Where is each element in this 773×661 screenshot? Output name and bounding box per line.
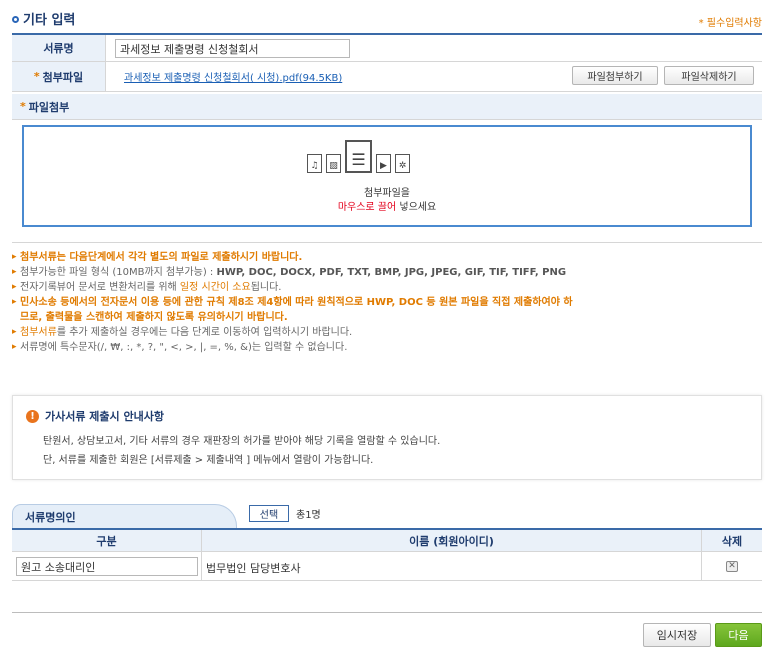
note-special-characters: 서류명에 특수문자(/, ₩, :, *, ?, ", <, >, |, =, … (12, 340, 762, 355)
select-party-button[interactable]: 선택 (249, 505, 289, 522)
doc-name-label: 서류명 (12, 35, 106, 61)
party-name: 법무법인 담당변호사 (206, 562, 301, 575)
family-case-notice: ! 가사서류 제출시 안내사항 탄원서, 상담보고서, 기타 서류의 경우 재판장… (12, 395, 762, 480)
temp-save-button[interactable]: 임시저장 (643, 623, 711, 647)
document-file-icon: ☰ (345, 140, 372, 173)
section-title: 기타 입력 (12, 9, 75, 28)
tab-document-party[interactable]: 서류명의인 (12, 504, 237, 529)
party-table-header: 구분 이름 (회원아이디) 삭제 (12, 530, 762, 552)
doc-name-row: 서류명 (12, 35, 762, 62)
note-file-formats: 첨부가능한 파일 형식 (10MB까지 첨부가능) : HWP, DOC, DO… (12, 265, 762, 280)
guidance-notes: 첨부서류는 다음단계에서 각각 별도의 파일로 제출하시기 바랍니다. 첨부가능… (12, 250, 762, 355)
note-conversion-time: 전자기록뷰어 문서로 변환처리를 위해 일정 시간이 소요됩니다. (12, 280, 762, 295)
note-original-files: 민사소송 등에서의 전자문서 이용 등에 관한 규칙 제8조 제4항에 따라 원… (12, 295, 762, 325)
required-note: * 필수입력사항 (698, 18, 762, 29)
file-type-icons: ♫ ▨ ☰ ▶ ✲ (307, 140, 410, 173)
divider (12, 242, 762, 243)
notice-line-2: 단, 서류를 제출한 회원은 [서류제출 > 제출내역 ] 메뉴에서 열람이 가… (43, 455, 374, 466)
note-additional-docs: 첨부서류를 추가 제출하실 경우에는 다음 단계로 이동하여 입력하시기 바랍니… (12, 325, 762, 340)
delete-row-icon[interactable]: ✕ (726, 561, 738, 572)
attachment-row: * 첨부파일 과세정보 제출명령 신청철회서( 시청).pdf(94.5KB) 파… (12, 62, 762, 92)
column-header-role: 구분 (12, 530, 202, 551)
notice-title: ! 가사서류 제출시 안내사항 (26, 408, 164, 424)
section-title-text: 기타 입력 (23, 13, 76, 28)
party-total-count: 총1명 (296, 510, 321, 521)
upload-section-label: * 파일첨부 (12, 94, 762, 120)
note-separate-files: 첨부서류는 다음단계에서 각각 별도의 파일로 제출하시기 바랍니다. (12, 250, 762, 265)
attachment-label: * 첨부파일 (12, 62, 106, 91)
column-header-delete: 삭제 (721, 534, 743, 548)
bottom-divider (12, 612, 762, 613)
file-drop-zone[interactable]: ♫ ▨ ☰ ▶ ✲ 첨부파일을 마우스로 끌어 넣으세요 (22, 125, 752, 227)
audio-file-icon: ♫ (307, 154, 322, 173)
next-button[interactable]: 다음 (715, 623, 762, 647)
doc-name-input[interactable] (115, 39, 350, 58)
dropzone-text-line1: 첨부파일을 (364, 188, 410, 199)
attach-file-button[interactable]: 파일첨부하기 (572, 66, 658, 85)
dropzone-text-line2: 마우스로 끌어 넣으세요 (337, 202, 437, 213)
settings-file-icon: ✲ (395, 154, 410, 173)
warning-icon: ! (26, 409, 39, 423)
delete-file-button[interactable]: 파일삭제하기 (664, 66, 754, 85)
party-role-input[interactable] (16, 557, 198, 576)
video-file-icon: ▶ (376, 154, 391, 173)
table-row: 법무법인 담당변호사 ✕ (12, 552, 762, 581)
attachment-file-link[interactable]: 과세정보 제출명령 신청철회서( 시청).pdf(94.5KB) (124, 69, 342, 84)
column-header-name: 이름 (회원아이디) (202, 530, 702, 551)
bullet-icon (12, 16, 19, 23)
image-file-icon: ▨ (326, 154, 341, 173)
notice-line-1: 탄원서, 상담보고서, 기타 서류의 경우 재판장의 허가를 받아야 해당 기록… (43, 436, 441, 447)
